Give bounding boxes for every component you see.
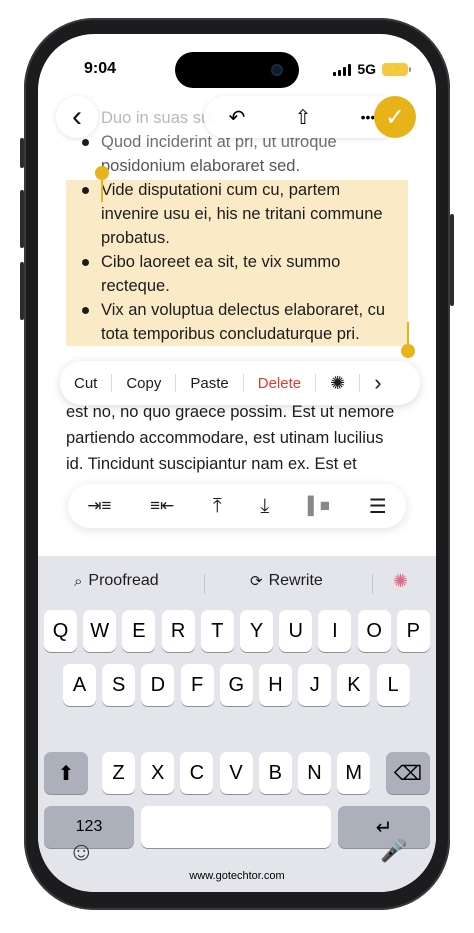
note-line[interactable]: Vix an voluptua delectus elaboraret, cu — [101, 298, 385, 322]
key-y[interactable]: Y — [240, 610, 273, 652]
note-line[interactable]: Cibo laoreet ea sit, te vix summo — [101, 250, 340, 274]
apple-intelligence-icon[interactable]: ✺ — [393, 571, 408, 592]
battery-icon: ⚡ — [382, 62, 411, 76]
bullet — [82, 187, 89, 194]
shift-icon: ⬆ — [57, 762, 75, 785]
key-z[interactable]: Z — [102, 752, 135, 794]
toolbar-actions: ↶ ⇧ ••• — [204, 96, 400, 138]
key-u[interactable]: U — [279, 610, 313, 652]
watermark: www.gotechtor.com — [189, 870, 285, 882]
move-down-icon[interactable]: ⤓ — [260, 495, 269, 518]
list-style-icon[interactable]: ☰ — [369, 494, 387, 519]
status-time: 9:04 — [84, 60, 117, 77]
key-x[interactable]: X — [141, 752, 175, 794]
keyboard: ⌕ Proofread ⟳ Rewrite ✺ QWERTYUIOP ASDFG… — [38, 556, 436, 892]
key-t[interactable]: T — [200, 610, 234, 652]
search-icon: ⌕ — [74, 572, 83, 590]
note-line[interactable]: invenire usu ei, his ne tritani commune — [101, 202, 383, 226]
backspace-icon: ⌫ — [393, 762, 423, 785]
cut-button[interactable]: Cut — [60, 374, 113, 392]
key-n[interactable]: N — [298, 752, 331, 794]
network-label: 5G — [357, 61, 376, 77]
checkmark-icon: ✓ — [384, 103, 406, 131]
key-s[interactable]: S — [102, 664, 136, 706]
key-k[interactable]: K — [337, 664, 371, 706]
done-button[interactable]: ✓ — [374, 96, 416, 138]
edit-menu: Cut Copy Paste Delete ✺ › — [60, 361, 420, 405]
outdent-icon[interactable]: ≡⇤ — [150, 496, 174, 516]
note-line[interactable]: recteque. — [101, 274, 170, 298]
note-line: partiendo accommodare, est utinam lucili… — [66, 429, 384, 447]
key-r[interactable]: R — [161, 610, 195, 652]
bullet — [82, 259, 89, 266]
block-quote-icon[interactable]: ▌■ — [308, 496, 330, 516]
indent-icon[interactable]: ⇥≡ — [87, 496, 111, 516]
key-i[interactable]: I — [318, 610, 352, 652]
proofread-label: Proofread — [88, 572, 159, 589]
key-e[interactable]: E — [122, 610, 156, 652]
note-line[interactable]: tota temporibus concludaturque pri. — [101, 322, 360, 346]
top-toolbar: ‹ ↶ ⇧ ••• ✓ — [38, 96, 436, 140]
paste-button[interactable]: Paste — [176, 374, 244, 392]
key-h[interactable]: H — [259, 664, 292, 706]
selection-end-handle[interactable] — [401, 344, 415, 358]
writing-tools-bar: ⌕ Proofread ⟳ Rewrite ✺ — [38, 570, 436, 598]
key-v[interactable]: V — [219, 752, 253, 794]
bullet — [82, 139, 89, 146]
space-key[interactable] — [141, 806, 331, 848]
key-c[interactable]: C — [180, 752, 214, 794]
proofread-button[interactable]: ⌕ Proofread — [74, 572, 159, 590]
selection-end-caret — [407, 322, 409, 346]
return-icon: ↵ — [375, 816, 393, 839]
key-j[interactable]: J — [298, 664, 332, 706]
key-f[interactable]: F — [180, 664, 214, 706]
more-chevron-icon[interactable]: › — [360, 370, 395, 395]
rewrite-label: Rewrite — [268, 572, 323, 589]
note-line: id. Tincidunt suscipiantur nam ex. Est e… — [66, 455, 357, 473]
format-toolbar: ⇥≡ ≡⇤ ⤒ ⤓ ▌■ ☰ — [68, 484, 406, 528]
key-a[interactable]: A — [63, 664, 96, 706]
chevron-left-icon: ‹ — [72, 100, 82, 133]
key-q[interactable]: Q — [44, 610, 77, 652]
undo-icon[interactable]: ↶ — [229, 105, 246, 130]
status-bar: 9:04 5G ⚡ — [38, 60, 436, 82]
delete-button[interactable]: Delete — [244, 374, 317, 392]
screen: 9:04 5G ⚡ Duo in suas sui... Quod incide… — [38, 34, 436, 892]
shift-key[interactable]: ⬆ — [44, 752, 88, 794]
key-g[interactable]: G — [219, 664, 253, 706]
key-w[interactable]: W — [83, 610, 117, 652]
share-icon[interactable]: ⇧ — [295, 105, 312, 130]
note-line: posidonium elaboraret sed. — [101, 157, 301, 175]
key-b[interactable]: B — [258, 752, 292, 794]
note-line: est no, no quo graece possim. Est ut nem… — [66, 403, 395, 421]
volume-down-button — [20, 262, 24, 320]
volume-up-button — [20, 190, 24, 248]
microphone-icon[interactable]: 🎤 — [380, 838, 407, 864]
note-line[interactable]: probatus. — [101, 226, 170, 250]
divider — [204, 574, 205, 594]
key-l[interactable]: L — [376, 664, 410, 706]
signal-icon — [333, 63, 352, 76]
writing-tools-icon[interactable]: ✺ — [316, 373, 361, 393]
action-button — [20, 138, 24, 168]
emoji-icon[interactable]: ☺ — [68, 836, 95, 867]
key-m[interactable]: M — [337, 752, 371, 794]
key-d[interactable]: D — [141, 664, 175, 706]
copy-button[interactable]: Copy — [112, 374, 177, 392]
back-button[interactable]: ‹ — [56, 96, 98, 138]
power-button — [450, 214, 454, 306]
key-p[interactable]: P — [396, 610, 430, 652]
rewrite-icon: ⟳ — [250, 573, 263, 590]
divider — [372, 574, 373, 594]
note-line[interactable]: Vide disputationi cum cu, partem — [101, 178, 340, 202]
move-to-top-icon[interactable]: ⤒ — [213, 495, 222, 518]
key-o[interactable]: O — [357, 610, 391, 652]
backspace-key[interactable]: ⌫ — [386, 752, 430, 794]
bullet — [82, 307, 89, 314]
selection-start-caret — [101, 178, 103, 202]
rewrite-button[interactable]: ⟳ Rewrite — [250, 572, 323, 590]
